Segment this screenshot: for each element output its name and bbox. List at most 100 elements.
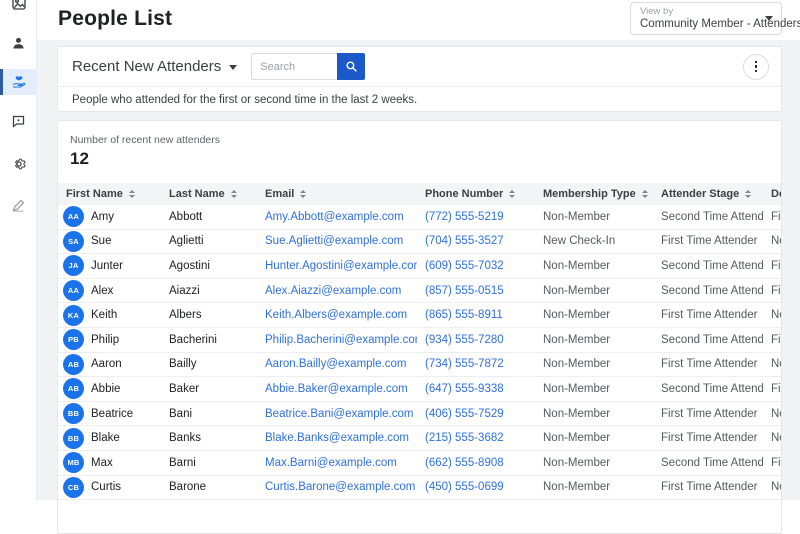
first-name-text: Alex bbox=[91, 284, 114, 297]
table-row[interactable]: KA Keith Albers Keith.Albers@example.com (86… bbox=[58, 303, 781, 328]
cell-phone: (647) 555-9338 bbox=[417, 383, 535, 395]
phone-link[interactable]: (450) 555-0699 bbox=[425, 481, 504, 493]
email-link[interactable]: Abbie.Baker@example.com bbox=[265, 383, 408, 395]
cell-attender-stage: First Time Attender bbox=[661, 432, 758, 445]
phone-link[interactable]: (734) 555-7872 bbox=[425, 358, 504, 370]
email-link[interactable]: Curtis.Barone@example.com bbox=[265, 481, 415, 493]
cell-phone: (215) 555-3682 bbox=[417, 432, 535, 444]
view-by-label: View by bbox=[640, 6, 674, 17]
phone-link[interactable]: (215) 555-3682 bbox=[425, 432, 504, 444]
phone-link[interactable]: (609) 555-7032 bbox=[425, 260, 504, 272]
cell-first-name: AB Abbie bbox=[58, 378, 161, 400]
cell-attender-stage: Second Time Attender bbox=[661, 333, 763, 346]
person-icon bbox=[10, 35, 27, 52]
sidebar-item-messages[interactable] bbox=[0, 108, 37, 134]
kebab-icon bbox=[754, 60, 758, 73]
column-header-donor-stage[interactable]: Donor Stage bbox=[763, 188, 781, 200]
email-link[interactable]: Hunter.Agostini@example.com bbox=[265, 260, 417, 272]
first-name-text: Curtis bbox=[91, 481, 122, 494]
first-name-text: Philip bbox=[91, 333, 120, 346]
table-row[interactable]: MB Max Barni Max.Barni@example.com (662) 555… bbox=[58, 451, 781, 476]
avatar: SA bbox=[63, 230, 84, 252]
cell-last-name: Barni bbox=[169, 456, 196, 469]
phone-link[interactable]: (704) 555-3527 bbox=[425, 235, 504, 247]
cell-email: Hunter.Agostini@example.com bbox=[257, 260, 417, 272]
table-row[interactable]: AB Aaron Bailly Aaron.Bailly@example.com (73… bbox=[58, 353, 781, 378]
email-link[interactable]: Aaron.Bailly@example.com bbox=[265, 358, 406, 370]
sidebar-item-care[interactable] bbox=[0, 69, 37, 95]
table-row[interactable]: BB Blake Banks Blake.Banks@example.com (215)… bbox=[58, 426, 781, 451]
column-header-phone-number[interactable]: Phone Number bbox=[417, 188, 535, 200]
cell-email: Beatrice.Bani@example.com bbox=[257, 408, 417, 420]
cell-membership-type: Non-Member bbox=[543, 309, 611, 322]
column-header-first-name[interactable]: First Name bbox=[58, 188, 161, 200]
avatar: PB bbox=[63, 329, 84, 351]
avatar: KA bbox=[63, 304, 84, 326]
column-header-email[interactable]: Email bbox=[257, 188, 417, 200]
phone-link[interactable]: (934) 555-7280 bbox=[425, 334, 504, 346]
table-row[interactable]: PB Philip Bacherini Philip.Bacherini@exampl… bbox=[58, 328, 781, 353]
sort-icon bbox=[509, 190, 516, 198]
report-description: People who attended for the first or sec… bbox=[72, 93, 418, 106]
cell-first-name: SA Sue bbox=[58, 230, 161, 252]
first-name-text: Junter bbox=[91, 259, 123, 272]
email-link[interactable]: Sue.Aglietti@example.com bbox=[265, 235, 403, 247]
email-link[interactable]: Blake.Banks@example.com bbox=[265, 432, 409, 444]
sidebar-item-people[interactable] bbox=[0, 30, 37, 56]
content-background: Recent New Attenders Search People who a… bbox=[37, 40, 800, 534]
table-body: AA Amy Abbott Amy.Abbott@example.com (772) 5… bbox=[58, 205, 781, 501]
report-dropdown-label: Recent New Attenders bbox=[72, 58, 222, 75]
main-area: People List View by Community Member - A… bbox=[37, 0, 800, 534]
table-row[interactable]: SA Sue Aglietti Sue.Aglietti@example.com (70… bbox=[58, 230, 781, 255]
view-by-dropdown[interactable]: View by Community Member - Attenders bbox=[630, 2, 800, 35]
sidebar-item-settings[interactable] bbox=[0, 151, 37, 177]
email-link[interactable]: Keith.Albers@example.com bbox=[265, 309, 407, 321]
cell-phone: (865) 555-8911 bbox=[417, 309, 535, 321]
cell-membership-type: Non-Member bbox=[543, 358, 611, 371]
phone-link[interactable]: (647) 555-9338 bbox=[425, 383, 504, 395]
column-header-membership-type[interactable]: Membership Type bbox=[535, 188, 653, 200]
phone-link[interactable]: (857) 555-0515 bbox=[425, 285, 504, 297]
sidebar-item-media[interactable] bbox=[0, 0, 37, 16]
phone-link[interactable]: (865) 555-8911 bbox=[425, 309, 503, 321]
table-row[interactable]: AA Alex Aiazzi Alex.Aiazzi@example.com (857)… bbox=[58, 279, 781, 304]
email-link[interactable]: Alex.Aiazzi@example.com bbox=[265, 285, 401, 297]
avatar: BB bbox=[63, 403, 84, 425]
email-link[interactable]: Philip.Bacherini@example.com bbox=[265, 334, 417, 346]
search-input[interactable] bbox=[251, 53, 338, 80]
cell-last-name: Albers bbox=[169, 309, 202, 322]
phone-link[interactable]: (772) 555-5219 bbox=[425, 211, 504, 223]
cell-email: Keith.Albers@example.com bbox=[257, 309, 417, 321]
table-row[interactable]: BB Beatrice Bani Beatrice.Bani@example.com (… bbox=[58, 402, 781, 427]
report-dropdown[interactable]: Recent New Attenders bbox=[72, 58, 238, 75]
more-options-button[interactable] bbox=[743, 53, 769, 80]
cell-email: Blake.Banks@example.com bbox=[257, 432, 417, 444]
column-header-last-name[interactable]: Last Name bbox=[161, 188, 257, 200]
chevron-down-icon bbox=[229, 65, 238, 70]
email-link[interactable]: Beatrice.Bani@example.com bbox=[265, 408, 413, 420]
cell-donor-stage: Non-Donor bbox=[771, 235, 781, 248]
cell-first-name: MB Max bbox=[58, 452, 161, 474]
table-row[interactable]: AB Abbie Baker Abbie.Baker@example.com (647)… bbox=[58, 377, 781, 402]
search-button[interactable] bbox=[337, 53, 366, 80]
phone-link[interactable]: (662) 555-8908 bbox=[425, 457, 504, 469]
avatar: BB bbox=[63, 427, 84, 449]
cell-donor-stage: Non-Donor bbox=[771, 309, 781, 322]
table-row[interactable]: CB Curtis Barone Curtis.Barone@example.com (… bbox=[58, 476, 781, 501]
cell-donor-stage: First Time Donor bbox=[771, 382, 781, 395]
table-card: Number of recent new attenders 12 First … bbox=[57, 120, 782, 534]
first-name-text: Blake bbox=[91, 432, 120, 445]
sidebar-item-forms[interactable] bbox=[0, 192, 37, 218]
email-link[interactable]: Max.Barni@example.com bbox=[265, 457, 397, 469]
cell-donor-stage: Non-Donor bbox=[771, 358, 781, 371]
email-link[interactable]: Amy.Abbott@example.com bbox=[265, 211, 404, 223]
first-name-text: Beatrice bbox=[91, 407, 134, 420]
cell-email: Max.Barni@example.com bbox=[257, 457, 417, 469]
phone-link[interactable]: (406) 555-7529 bbox=[425, 408, 504, 420]
cell-phone: (704) 555-3527 bbox=[417, 235, 535, 247]
view-by-value: Community Member - Attenders bbox=[640, 18, 800, 30]
table-row[interactable]: JA Junter Agostini Hunter.Agostini@example.… bbox=[58, 254, 781, 279]
first-name-text: Aaron bbox=[91, 358, 122, 371]
column-header-attender-stage[interactable]: Attender Stage bbox=[653, 188, 763, 200]
table-row[interactable]: AA Amy Abbott Amy.Abbott@example.com (772) 5… bbox=[58, 205, 781, 230]
